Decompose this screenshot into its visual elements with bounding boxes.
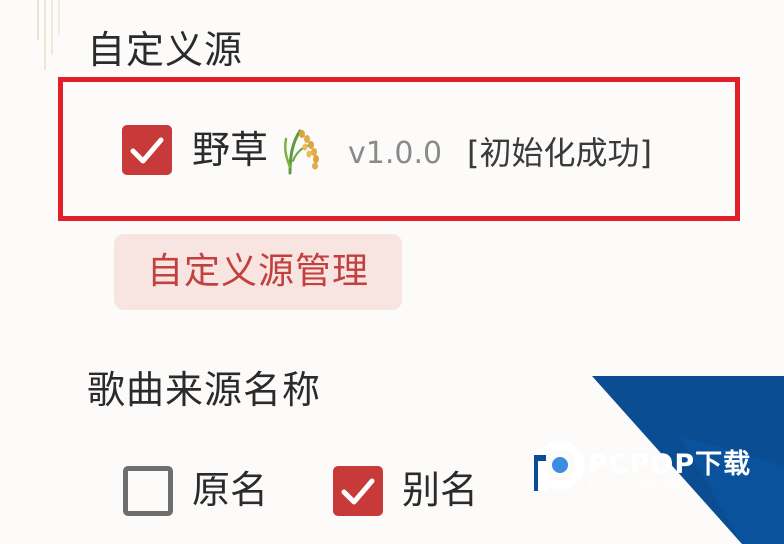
check-icon [341,478,375,505]
source-item-version: v1.0.0 [348,136,443,171]
watermark-brand-text: PCPOP下载 [588,449,752,480]
option-original-name-label: 原名 [192,468,269,512]
source-item-name: 野草 [192,128,269,172]
source-item-checkbox[interactable] [122,125,172,175]
pcpop-logo-icon [534,440,585,491]
rice-plant-icon [283,129,319,175]
source-item-status: [初始化成功] [467,134,652,172]
custom-source-title: 自定义源 [87,28,244,72]
song-source-name-title: 歌曲来源名称 [87,368,322,412]
option-alias-label: 别名 [402,468,479,512]
custom-source-manage-button[interactable]: 自定义源管理 [114,234,402,310]
check-icon [130,137,164,164]
option-alias-checkbox[interactable] [333,466,383,516]
option-original-name-checkbox[interactable] [123,466,173,516]
watermark-subtitle-text: PCPOP Download [590,479,682,489]
